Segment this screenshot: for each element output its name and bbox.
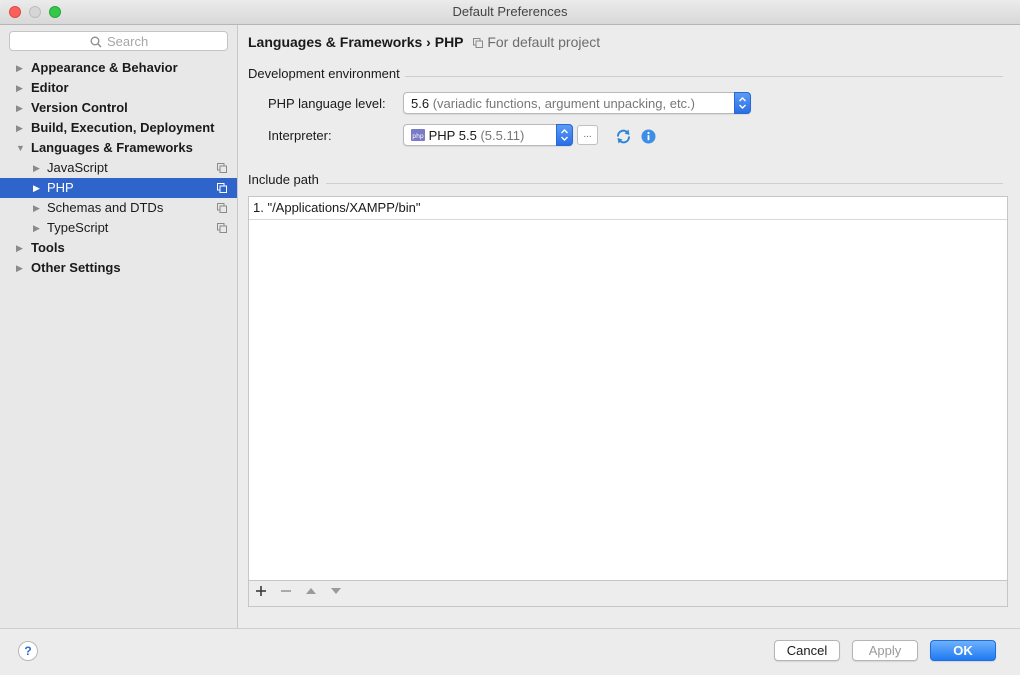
copy-icon: [217, 223, 227, 233]
development-environment-title: Development environment: [248, 66, 400, 81]
settings-sidebar: Search ▶ Appearance & Behavior ▶ Editor …: [0, 25, 238, 628]
interpreter-select[interactable]: php PHP 5.5 (5.5.11): [403, 124, 573, 146]
copy-icon: [217, 183, 227, 193]
list-item[interactable]: 1. "/Applications/XAMPP/bin": [249, 197, 1007, 220]
remove-icon[interactable]: [276, 584, 296, 602]
tree-item-other-settings[interactable]: ▶ Other Settings: [0, 258, 237, 278]
tree-item-label: Schemas and DTDs: [47, 200, 164, 215]
tree-item-tools[interactable]: ▶ Tools: [0, 238, 237, 258]
expand-arrow-icon[interactable]: ▶: [33, 178, 40, 198]
preferences-window: Default Preferences Search ▶ Appearance …: [0, 0, 1020, 675]
language-level-hint: (variadic functions, argument unpacking,…: [432, 96, 696, 111]
ok-button[interactable]: OK: [930, 640, 996, 661]
interpreter-name: PHP 5.5: [428, 128, 477, 143]
expand-arrow-icon[interactable]: ▶: [16, 78, 23, 98]
copy-icon: [217, 203, 227, 213]
interpreter-value: php PHP 5.5 (5.5.11): [411, 128, 524, 143]
section-divider: [326, 183, 1003, 184]
expand-arrow-icon[interactable]: ▶: [33, 198, 40, 218]
php-language-level-label: PHP language level:: [268, 96, 386, 111]
browse-interpreters-button[interactable]: ...: [577, 125, 598, 145]
chevron-updown-icon[interactable]: [734, 92, 751, 114]
include-path-title: Include path: [248, 172, 319, 187]
include-path-list[interactable]: 1. "/Applications/XAMPP/bin": [248, 196, 1008, 607]
tree-item-php[interactable]: ▶ PHP: [0, 178, 237, 198]
breadcrumb-scope: For default project: [487, 34, 601, 50]
expand-arrow-icon[interactable]: ▶: [16, 58, 23, 78]
tree-item-version-control[interactable]: ▶ Version Control: [0, 98, 237, 118]
language-level-version: 5.6: [411, 96, 430, 111]
tree-item-editor[interactable]: ▶ Editor: [0, 78, 237, 98]
section-divider: [405, 76, 1003, 77]
expand-arrow-icon[interactable]: ▶: [16, 238, 23, 258]
cancel-button[interactable]: Cancel: [774, 640, 840, 661]
expand-arrow-icon[interactable]: ▶: [33, 158, 40, 178]
tree-item-appearance-behavior[interactable]: ▶ Appearance & Behavior: [0, 58, 237, 78]
tree-item-label: JavaScript: [47, 160, 108, 175]
tree-item-label: Editor: [31, 80, 69, 95]
tree-item-typescript[interactable]: ▶ TypeScript: [0, 218, 237, 238]
svg-text:php: php: [412, 133, 424, 140]
window-title: Default Preferences: [452, 4, 568, 19]
add-icon[interactable]: [251, 584, 271, 602]
help-icon[interactable]: ?: [18, 641, 38, 661]
expand-arrow-icon[interactable]: ▶: [16, 258, 23, 278]
php-language-level-value: 5.6 (variadic functions, argument unpack…: [411, 96, 695, 111]
tree-item-label: Version Control: [31, 100, 128, 115]
apply-button[interactable]: Apply: [852, 640, 918, 661]
search-placeholder-text: Search: [107, 34, 149, 49]
title-bar: Default Preferences: [0, 0, 1020, 25]
expand-arrow-icon[interactable]: ▶: [16, 98, 23, 118]
settings-tree: ▶ Appearance & Behavior ▶ Editor ▶ Versi…: [0, 58, 237, 278]
php-language-level-select[interactable]: 5.6 (variadic functions, argument unpack…: [403, 92, 751, 114]
copy-icon: [217, 163, 227, 173]
tree-item-label: PHP: [47, 180, 74, 195]
copy-icon: [473, 38, 484, 48]
tree-item-schemas-dtds[interactable]: ▶ Schemas and DTDs: [0, 198, 237, 218]
move-up-icon[interactable]: [301, 584, 321, 602]
include-path-entry: 1. "/Applications/XAMPP/bin": [253, 200, 421, 215]
breadcrumb-section: Languages & Frameworks: [248, 34, 423, 50]
info-icon[interactable]: [641, 129, 656, 144]
breadcrumb: Languages & Frameworks › PHP For default…: [248, 34, 600, 50]
collapse-arrow-icon[interactable]: ▼: [16, 138, 25, 158]
tree-item-label: TypeScript: [47, 220, 109, 235]
chevron-updown-icon[interactable]: [556, 124, 573, 146]
tree-item-label: Other Settings: [31, 260, 121, 275]
tree-item-build-execution-deployment[interactable]: ▶ Build, Execution, Deployment: [0, 118, 237, 138]
move-down-icon[interactable]: [326, 584, 346, 602]
php-icon: php: [411, 129, 425, 141]
search-input[interactable]: Search: [9, 31, 228, 51]
refresh-icon[interactable]: [615, 128, 632, 145]
interpreter-label: Interpreter:: [268, 128, 332, 143]
tree-item-javascript[interactable]: ▶ JavaScript: [0, 158, 237, 178]
tree-item-label: Languages & Frameworks: [31, 140, 193, 155]
include-path-toolbar: [249, 580, 1007, 606]
breadcrumb-page: PHP: [434, 34, 464, 50]
expand-arrow-icon[interactable]: ▶: [33, 218, 40, 238]
breadcrumb-separator: ›: [426, 34, 431, 50]
expand-arrow-icon[interactable]: ▶: [16, 118, 23, 138]
tree-item-label: Appearance & Behavior: [31, 60, 178, 75]
tree-item-languages-frameworks[interactable]: ▼ Languages & Frameworks: [0, 138, 237, 158]
interpreter-version: (5.5.11): [480, 128, 525, 143]
search-icon: [90, 36, 102, 47]
tree-item-label: Tools: [31, 240, 65, 255]
search-placeholder: Search: [90, 34, 148, 49]
tree-item-label: Build, Execution, Deployment: [31, 120, 215, 135]
